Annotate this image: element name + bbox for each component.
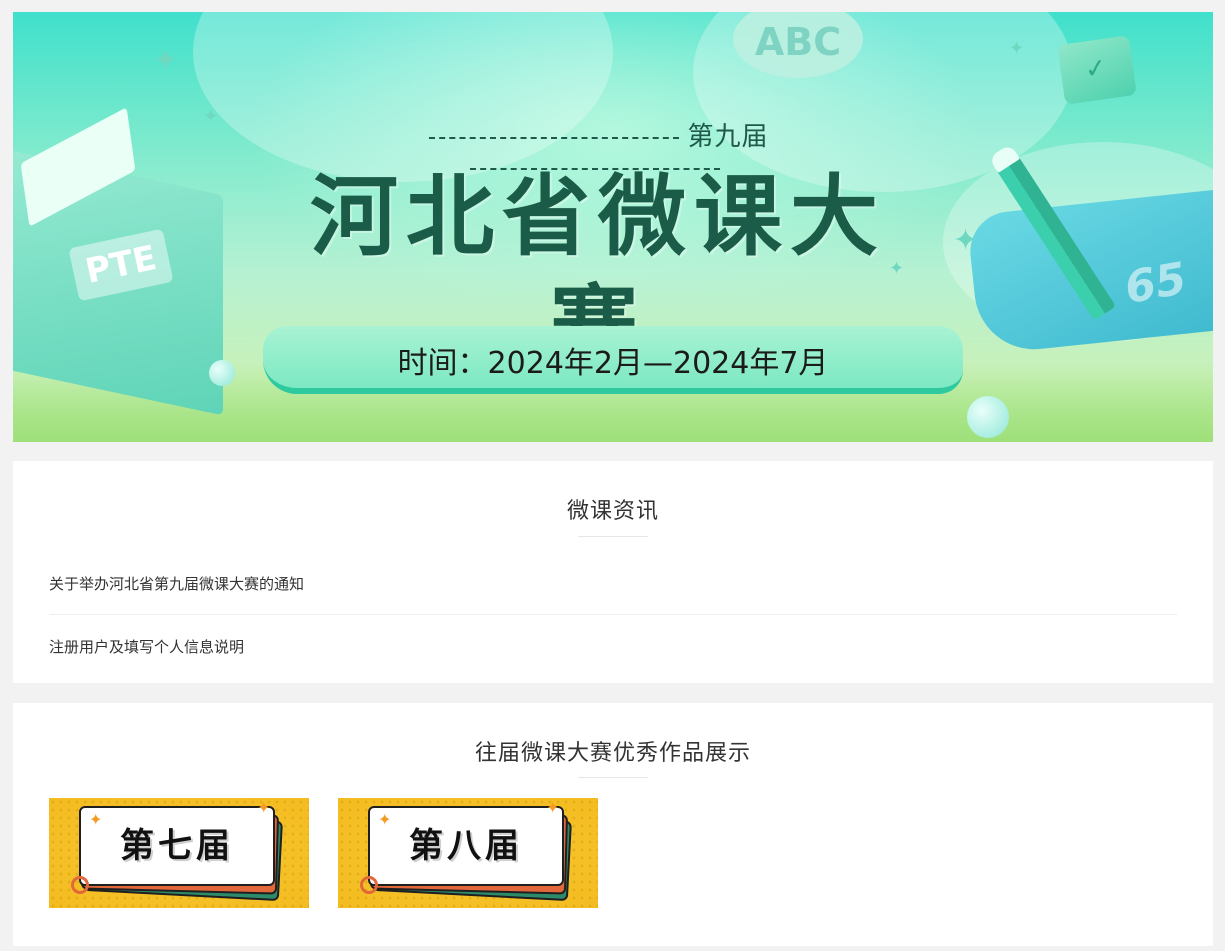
dashed-rule xyxy=(429,136,680,139)
paper-number: 65 xyxy=(1121,253,1191,314)
work-tile-8th[interactable]: ✦ ✦ 第八届 xyxy=(338,798,598,908)
orb-decoration xyxy=(209,360,235,386)
work-tile-label: 第八届 xyxy=(409,826,523,866)
work-tile-7th[interactable]: ✦ ✦ 第七届 xyxy=(49,798,309,908)
orb-decoration xyxy=(967,396,1009,438)
folder-check-icon xyxy=(1057,35,1137,105)
works-card-title: 往届微课大赛优秀作品展示 xyxy=(474,741,751,766)
hero-banner: ✦ ✦ ✦ ✦ ✦ ABC PTE 65 第九届 河北省微课大赛 时间：2024… xyxy=(13,12,1213,442)
sparkle-icon: ✦ xyxy=(203,106,219,127)
news-card: 微课资讯 关于举办河北省第九届微课大赛的通知 注册用户及填写个人信息说明 xyxy=(13,461,1213,683)
sparkle-icon: ✦ xyxy=(153,43,179,78)
banner-edition-text: 第九届 xyxy=(687,122,769,152)
sparkle-icon: ✦ xyxy=(1009,38,1025,59)
title-underline xyxy=(578,777,648,778)
banner-date: 时间：2024年2月—2024年7月 xyxy=(397,346,829,381)
news-item-notice[interactable]: 关于举办河北省第九届微课大赛的通知 xyxy=(49,553,1177,615)
work-tile-label: 第七届 xyxy=(120,826,234,866)
works-card: 往届微课大赛优秀作品展示 ✦ ✦ 第七届 ✦ ✦ 第八届 xyxy=(13,703,1213,946)
news-item-registration[interactable]: 注册用户及填写个人信息说明 xyxy=(49,616,1177,678)
news-card-title: 微课资讯 xyxy=(566,499,659,524)
title-underline xyxy=(578,536,648,537)
